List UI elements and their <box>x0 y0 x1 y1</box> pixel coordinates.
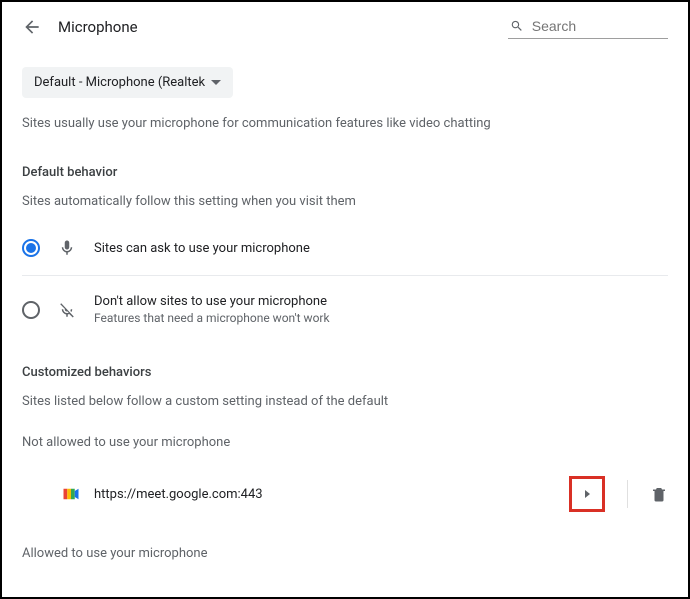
not-allowed-label: Not allowed to use your microphone <box>22 435 668 450</box>
option-ask-label: Sites can ask to use your microphone <box>94 241 310 256</box>
custom-behaviors-title: Customized behaviors <box>22 365 668 380</box>
back-arrow-icon[interactable] <box>22 17 42 37</box>
default-behavior-title: Default behavior <box>22 165 668 180</box>
site-row: https://meet.google.com:443 <box>22 468 668 520</box>
search-input[interactable] <box>532 18 666 34</box>
intro-text: Sites usually use your microphone for co… <box>22 116 668 131</box>
page-title: Microphone <box>58 18 492 36</box>
custom-behaviors-desc: Sites listed below follow a custom setti… <box>22 394 668 409</box>
option-block[interactable]: Don't allow sites to use your microphone… <box>22 284 668 335</box>
site-details-button[interactable] <box>569 476 605 512</box>
option-ask[interactable]: Sites can ask to use your microphone <box>22 229 668 276</box>
option-block-sub: Features that need a microphone won't wo… <box>94 311 330 325</box>
site-url: https://meet.google.com:443 <box>94 487 569 502</box>
caret-down-icon <box>211 80 221 85</box>
radio-block[interactable] <box>22 301 40 319</box>
microphone-icon <box>58 239 76 257</box>
divider <box>627 480 628 508</box>
dropdown-label: Default - Microphone (Realtek <box>34 75 205 90</box>
microphone-off-icon <box>58 301 76 319</box>
search-field[interactable] <box>508 14 668 39</box>
option-block-label: Don't allow sites to use your microphone <box>94 294 330 309</box>
chevron-right-icon <box>585 490 590 498</box>
default-behavior-desc: Sites automatically follow this setting … <box>22 194 668 209</box>
search-icon <box>510 18 524 34</box>
header: Microphone <box>22 14 668 67</box>
microphone-device-dropdown[interactable]: Default - Microphone (Realtek <box>22 67 233 98</box>
meet-favicon-icon <box>62 485 80 503</box>
allowed-label: Allowed to use your microphone <box>22 546 668 561</box>
trash-icon[interactable] <box>650 485 668 503</box>
radio-ask[interactable] <box>22 239 40 257</box>
